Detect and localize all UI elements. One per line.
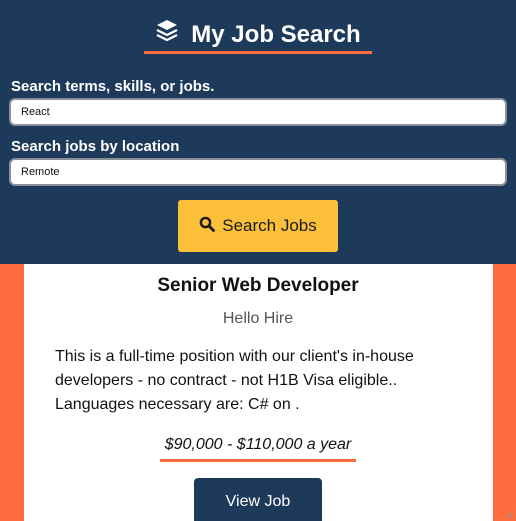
view-job-button[interactable]: View Job [194,478,322,521]
location-label: Search jobs by location [11,138,180,155]
salary-underline [160,459,356,462]
layers-icon [155,18,179,52]
search-jobs-label: Search Jobs [222,216,317,235]
search-icon [199,216,216,237]
location-input[interactable] [9,158,507,186]
app-title: My Job Search [191,21,361,48]
search-header: My Job Search Search terms, skills, or j… [0,0,516,264]
resize-handle-icon[interactable] [504,509,514,519]
search-jobs-button[interactable]: Search Jobs [178,200,338,252]
search-terms-label: Search terms, skills, or jobs. [11,78,215,95]
title-underline [144,51,372,54]
job-company: Hello Hire [222,310,294,327]
search-terms-input[interactable] [9,98,507,126]
job-salary: $90,000 - $110,000 a year [164,436,352,453]
job-title: Senior Web Developer [157,275,359,296]
app-brand: My Job Search [0,18,516,52]
job-description: This is a full-time position with our cl… [55,348,414,413]
